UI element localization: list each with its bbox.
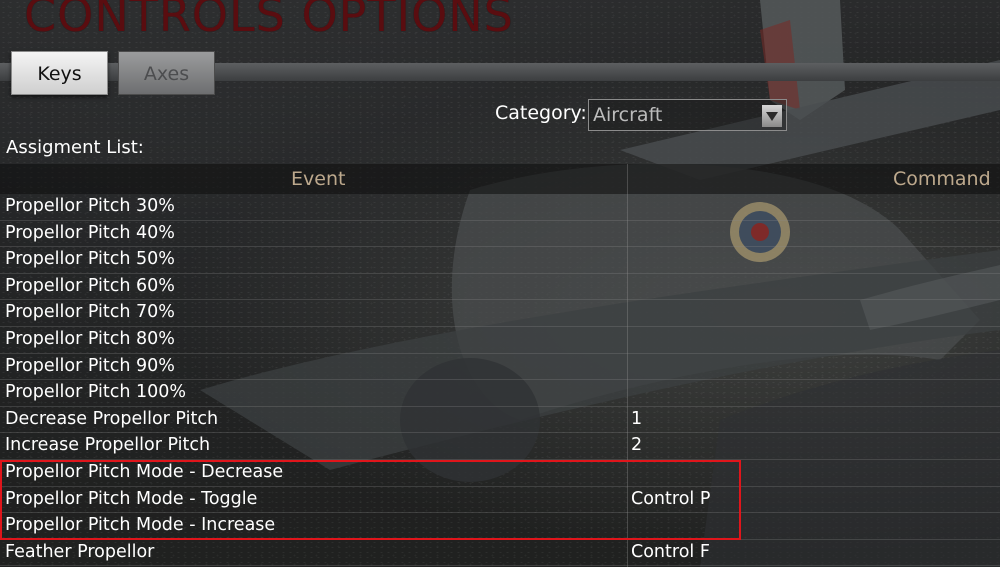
table-header: Event Command [0,164,1000,194]
event-cell: Propellor Pitch 80% [5,329,175,349]
event-cell: Propellor Pitch 90% [5,355,175,376]
table-row[interactable]: Feather Propellor Control F [0,540,1000,567]
column-header-command[interactable]: Command [893,168,991,190]
command-cell[interactable]: 1 [631,409,642,429]
table-row[interactable]: Propellor Pitch 40% [0,221,1000,248]
tab-axes[interactable]: Axes [118,51,215,95]
controls-options-screen: CONTROLS OPTIONS Keys Axes Category: Air… [0,0,1000,567]
table-row[interactable]: Propellor Pitch 90% [0,354,1000,381]
event-cell: Propellor Pitch 50% [5,249,175,270]
table-row[interactable]: Propellor Pitch 60% [0,274,1000,301]
event-cell: Propellor Pitch 100% [5,382,187,403]
event-cell: Decrease Propellor Pitch [5,408,219,429]
event-cell: Propellor Pitch 40% [5,222,175,243]
table-row[interactable]: Propellor Pitch 50% [0,247,1000,274]
category-selected-value: Aircraft [593,104,663,126]
category-label: Category: [495,102,587,124]
table-row[interactable]: Increase Propellor Pitch 2 [0,433,1000,460]
table-row[interactable]: Decrease Propellor Pitch 1 [0,407,1000,434]
chevron-down-icon[interactable] [762,105,782,127]
column-header-event[interactable]: Event [291,168,345,190]
command-cell[interactable]: 2 [631,435,642,455]
table-row[interactable]: Propellor Pitch 70% [0,300,1000,327]
category-dropdown[interactable]: Aircraft [588,99,787,131]
highlight-annotation-box [0,460,741,540]
tab-keys[interactable]: Keys [11,51,108,95]
assignment-list-title: Assigment List: [6,137,144,158]
screen-title: CONTROLS OPTIONS [24,0,514,42]
table-row[interactable]: Propellor Pitch 30% [0,194,1000,221]
event-cell: Feather Propellor [5,541,155,562]
event-cell: Propellor Pitch 30% [5,196,175,216]
event-cell: Increase Propellor Pitch [5,435,211,456]
event-cell: Propellor Pitch 70% [5,302,175,323]
table-row[interactable]: Propellor Pitch 80% [0,327,1000,354]
command-cell[interactable]: Control F [631,542,710,562]
event-cell: Propellor Pitch 60% [5,275,175,296]
table-row[interactable]: Propellor Pitch 100% [0,380,1000,407]
